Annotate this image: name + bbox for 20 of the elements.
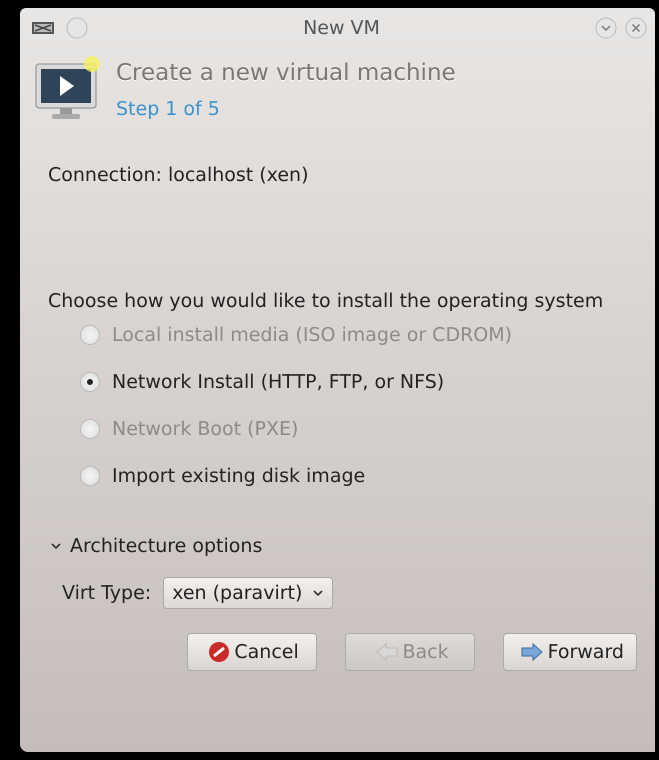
chevron-icon [50,541,62,551]
step-label: Step 1 of 5 [116,98,221,120]
chevron-icon [312,588,324,598]
close-icon[interactable] [625,17,647,39]
architecture-expander[interactable]: Architecture options [50,535,262,557]
wizard-title: Create a new virtual machine [116,60,456,86]
virt-type-label: Virt Type: [62,582,152,604]
cancel-button[interactable]: Cancel [186,633,317,671]
cancel-icon [208,641,230,663]
install-option[interactable]: Network Install (HTTP, FTP, or NFS) [80,371,655,393]
install-option[interactable]: Import existing disk image [80,465,655,487]
minimize-icon[interactable] [595,17,617,39]
install-prompt: Choose how you would like to install the operating system [48,290,604,312]
window-title: New VM [302,17,381,39]
connection-label: Connection: localhost (xen) [48,164,310,186]
forward-button[interactable]: Forward [502,633,637,671]
app-logo-icon [32,22,54,34]
right-arrow-icon [520,642,544,662]
virt-type-dropdown[interactable]: xen (paravirt) [163,577,334,609]
left-arrow-icon [374,642,398,662]
